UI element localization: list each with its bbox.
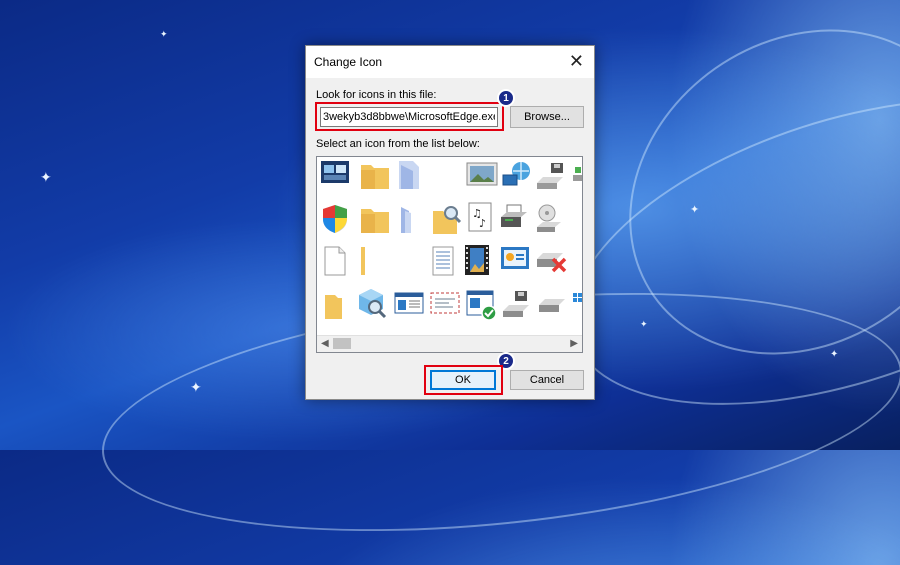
envelope-icon[interactable] [430, 292, 460, 314]
music-document-icon[interactable]: ♫♪ [468, 202, 492, 232]
icon-list[interactable]: ♫ ♪ ◀ ▶ [316, 156, 583, 353]
control-panel-icon[interactable] [501, 247, 529, 269]
picture-frame-icon[interactable] [466, 162, 498, 186]
shield-icon[interactable] [323, 205, 347, 233]
window-check-icon[interactable] [466, 290, 497, 321]
title-bar: Change Icon ✕ [306, 46, 594, 78]
scroll-left-icon[interactable]: ◀ [321, 338, 329, 349]
drive-icon[interactable] [573, 167, 582, 181]
window-screens-icon[interactable] [321, 161, 349, 183]
drive-icon[interactable] [539, 299, 565, 312]
folder-icon[interactable] [361, 165, 389, 189]
cancel-button[interactable]: Cancel [510, 370, 584, 390]
printer-icon[interactable] [501, 204, 527, 227]
highlight-box-ok [424, 365, 503, 395]
drive-floppy-icon[interactable] [537, 163, 563, 189]
horizontal-scrollbar[interactable]: ◀ ▶ [317, 335, 582, 352]
folder-icon[interactable] [325, 295, 342, 319]
sparkle-icon: ✦ [190, 379, 202, 395]
dialog-title: Change Icon [314, 55, 383, 69]
svg-text:♪: ♪ [479, 217, 486, 230]
cube-search-icon[interactable] [359, 289, 387, 319]
look-for-icons-label: Look for icons in this file: [316, 89, 437, 101]
windows-logo-icon[interactable] [573, 293, 582, 302]
step-badge-1: 1 [497, 89, 515, 107]
drive-x-icon[interactable] [537, 253, 567, 273]
network-globe-icon[interactable] [502, 162, 530, 186]
scrollbar-thumb[interactable] [333, 338, 351, 349]
folder-icon[interactable] [361, 209, 389, 233]
folder-edge-icon[interactable] [361, 247, 365, 275]
sparkle-icon: ✦ [40, 169, 52, 185]
folder-half-icon[interactable] [401, 207, 411, 233]
icon-grid: ♫♪ [321, 161, 582, 321]
sparkle-icon: ✦ [830, 349, 839, 360]
video-film-icon[interactable] [465, 245, 489, 275]
sparkle-icon: ✦ [640, 319, 648, 329]
select-icon-label: Select an icon from the list below: [316, 138, 480, 150]
window-list-icon[interactable] [394, 292, 424, 314]
sparkle-icon: ✦ [690, 204, 700, 216]
close-icon[interactable]: ✕ [569, 52, 584, 70]
text-document-icon[interactable] [432, 246, 454, 276]
scroll-right-icon[interactable]: ▶ [570, 338, 578, 349]
highlight-box-path [315, 102, 504, 131]
cd-drive-icon[interactable] [537, 204, 561, 232]
folder-doc-icon[interactable] [399, 161, 419, 189]
browse-button[interactable]: Browse... [510, 106, 584, 128]
folder-search-icon[interactable] [433, 206, 462, 234]
blank-document-icon[interactable] [324, 246, 346, 276]
change-icon-dialog: Change Icon ✕ Look for icons in this fil… [305, 45, 595, 400]
sparkle-icon: ✦ [160, 29, 168, 39]
floppy-drive-icon[interactable] [503, 291, 529, 317]
